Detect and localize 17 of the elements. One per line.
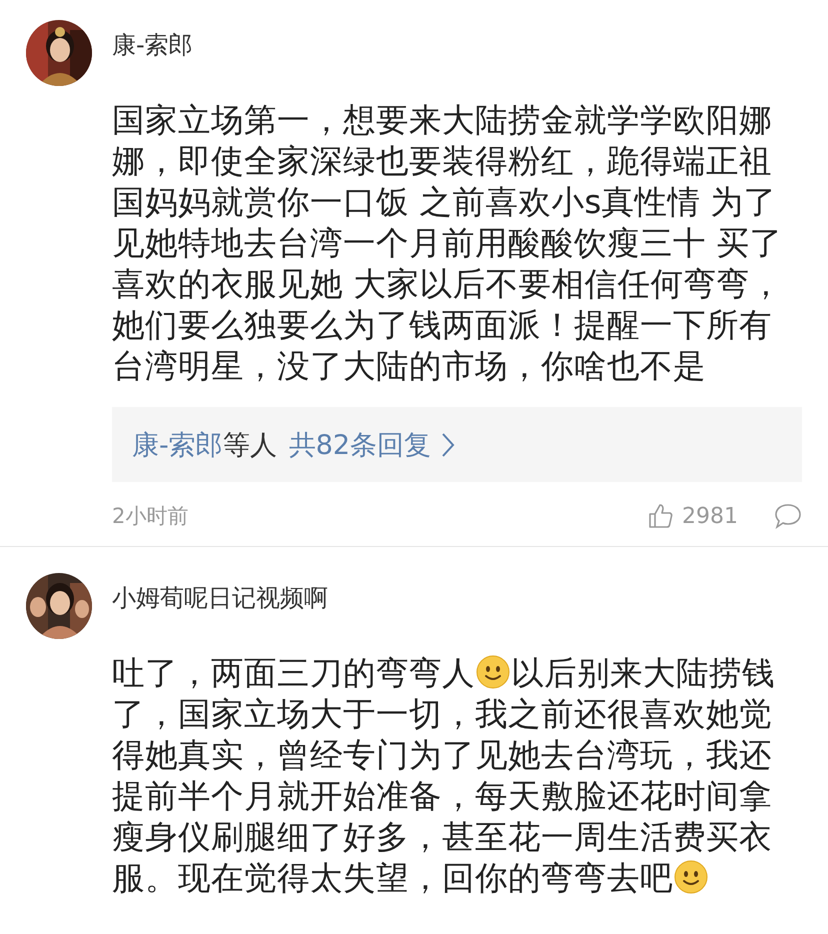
comment-icon[interactable] xyxy=(774,503,802,529)
reply-author-link[interactable]: 康-索郎 xyxy=(132,426,223,462)
replies-link[interactable]: 共82条回复 xyxy=(288,426,456,462)
chevron-right-icon xyxy=(441,432,456,458)
smiley-icon xyxy=(674,860,708,894)
timestamp: 2小时前 xyxy=(112,503,190,530)
thumbs-up-icon xyxy=(648,503,674,529)
reply-suffix: 等人 xyxy=(222,428,277,462)
comment-text: 吐了，两面三刀的弯弯人 xyxy=(112,653,475,694)
comment-text: 服。现在觉得太失望，回你的弯弯去吧 xyxy=(112,858,673,899)
comment-text: 国家立场第一，想要来大陆捞金就学学欧阳娜娜，即使全家深绿也要装得粉红，跪得端正祖国妈妈就赏你一口饭 之前喜欢小s真性情 为了见她特地去台湾一个月前用酸酸饮瘦三十 买了喜欢的衣服见她 大家以后不要相信任何弯弯，她们要么独要么为了钱两面派！提醒一下所有台湾明星，没了大陆的市场，你啥也不是 xyxy=(112,100,784,387)
like-button[interactable]: 2981 xyxy=(648,503,738,529)
author-name[interactable]: 小姆荀呢日记视频啊 xyxy=(112,583,328,639)
author-name[interactable]: 康-索郎 xyxy=(112,30,193,86)
smiley-icon xyxy=(476,655,510,689)
comment-text: 以后别来大陆捞钱 xyxy=(511,653,775,694)
comment-text: 了，国家立场大于一切，我之前还很喜欢她觉得她真实，曾经专门为了见她去台湾玩，我还提前半个月就开始准备，每天敷脸还花时间拿瘦身仪刷腿细了好多，甚至花一周生活费买衣 xyxy=(112,694,773,858)
